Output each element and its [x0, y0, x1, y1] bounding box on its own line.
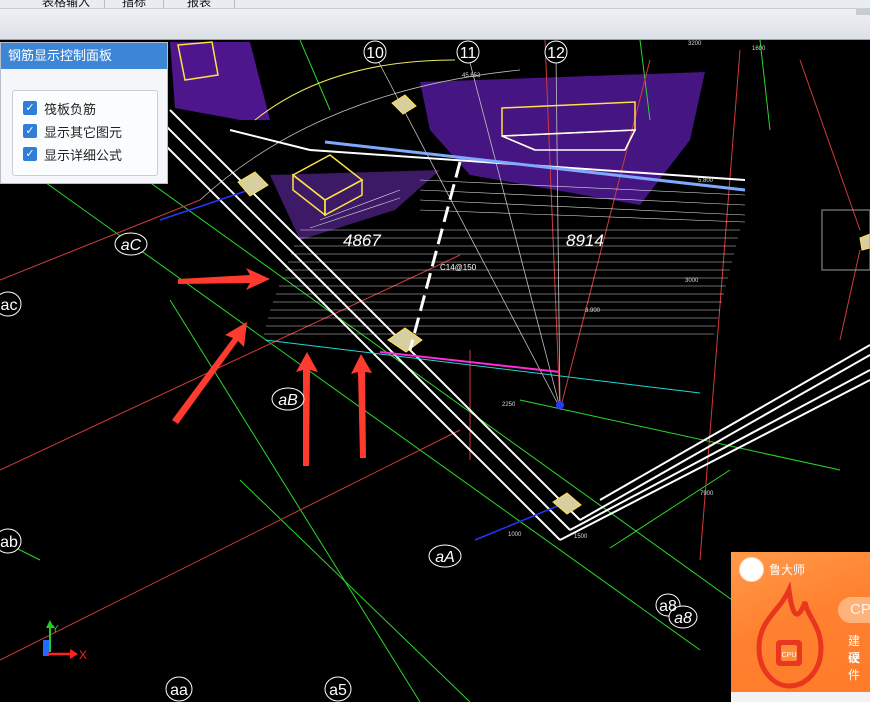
widget-title: 鲁大师 — [769, 563, 806, 577]
x-axis-label: X — [79, 648, 87, 662]
small-label: 2250 — [502, 402, 516, 408]
axis-gizmo: Y X — [43, 620, 87, 662]
small-label: 3200 — [688, 41, 702, 47]
avatar — [739, 557, 764, 582]
widget-tip-line2: 硬件 — [848, 651, 861, 682]
menu-tab-report[interactable]: 报表 — [187, 0, 211, 8]
menu-bar: 表格输入 指标 报表 — [0, 0, 870, 9]
small-label: 7900 — [700, 491, 714, 497]
small-label: 3.900 — [585, 308, 601, 314]
menu-separator — [163, 0, 164, 8]
option-label: 显示详细公式 — [44, 147, 123, 163]
checkbox-checked-icon[interactable]: ✓ — [23, 101, 37, 115]
toolbar-corner — [856, 9, 870, 15]
menu-separator — [104, 0, 105, 8]
checkbox-checked-icon[interactable]: ✓ — [23, 147, 37, 161]
grid-node — [556, 401, 564, 409]
cpu-flame-icon: CPU — [756, 582, 824, 689]
menu-tab-table-input[interactable]: 表格输入 — [42, 0, 90, 8]
checkbox-checked-icon[interactable]: ✓ — [23, 124, 37, 138]
widget-bottom-bar — [731, 692, 870, 702]
small-label: 3000 — [685, 278, 699, 284]
cyan-line — [264, 339, 701, 394]
toolbar — [0, 9, 870, 40]
ludashi-popup[interactable]: 鲁大师 CPU CP 建议 硬件 — [731, 552, 870, 702]
axis-label-a5: a5 — [329, 682, 347, 699]
slab-region — [270, 170, 440, 240]
option-label: 显示其它图元 — [44, 124, 123, 140]
small-label: 45.653 — [462, 73, 481, 79]
arrow-4 — [351, 354, 372, 458]
menu-separator — [234, 0, 235, 8]
menu-tab-index[interactable]: 指标 — [122, 0, 146, 8]
option-raft-negative-rebar[interactable]: ✓ 筏板负筋 — [23, 99, 96, 117]
axis-label-aA: aA — [435, 549, 455, 566]
small-label: 1500 — [574, 534, 588, 540]
cpu-badge[interactable]: CP — [838, 597, 870, 623]
option-show-detailed-formula[interactable]: ✓ 显示详细公式 — [23, 145, 122, 163]
slab-region — [420, 72, 705, 205]
selection-line — [408, 161, 462, 351]
axis-label-aa: aa — [170, 682, 188, 699]
svg-text:CPU: CPU — [782, 652, 797, 659]
small-label: 1000 — [508, 532, 522, 538]
option-show-other-elements[interactable]: ✓ 显示其它图元 — [23, 122, 122, 140]
small-label: 1600 — [752, 46, 766, 52]
axis-label-ab: ab — [0, 534, 18, 551]
panel-options-group: ✓ 筏板负筋 ✓ 显示其它图元 ✓ 显示详细公式 — [12, 90, 158, 176]
option-label: 筏板负筋 — [44, 101, 97, 117]
panel-title: 钢筋显示控制面板 — [1, 43, 167, 69]
axis-label-ac: ac — [1, 297, 18, 314]
arrow-2 — [172, 322, 247, 424]
axis-label-10: 10 — [366, 45, 384, 62]
dimension-8914: 8914 — [566, 231, 604, 250]
slab-region — [170, 42, 270, 120]
axis-label-aC: aC — [121, 237, 142, 254]
small-label: 5.800 — [698, 178, 714, 184]
axis-label-12: 12 — [547, 45, 565, 62]
axis-label-aB: aB — [278, 392, 298, 409]
annotation-arrows — [172, 268, 372, 466]
dimension-4867: 4867 — [343, 231, 381, 250]
x-axis-arrow-icon — [70, 649, 78, 659]
axis-label-a8: a8 — [674, 610, 692, 627]
arrow-3 — [296, 352, 318, 466]
rebar-label: C14@150 — [440, 263, 477, 272]
axis-label-11: 11 — [460, 45, 477, 62]
rebar-display-panel: 钢筋显示控制面板 ✓ 筏板负筋 ✓ 显示其它图元 ✓ 显示详细公式 — [0, 42, 168, 184]
y-axis-label: Y — [52, 624, 59, 635]
